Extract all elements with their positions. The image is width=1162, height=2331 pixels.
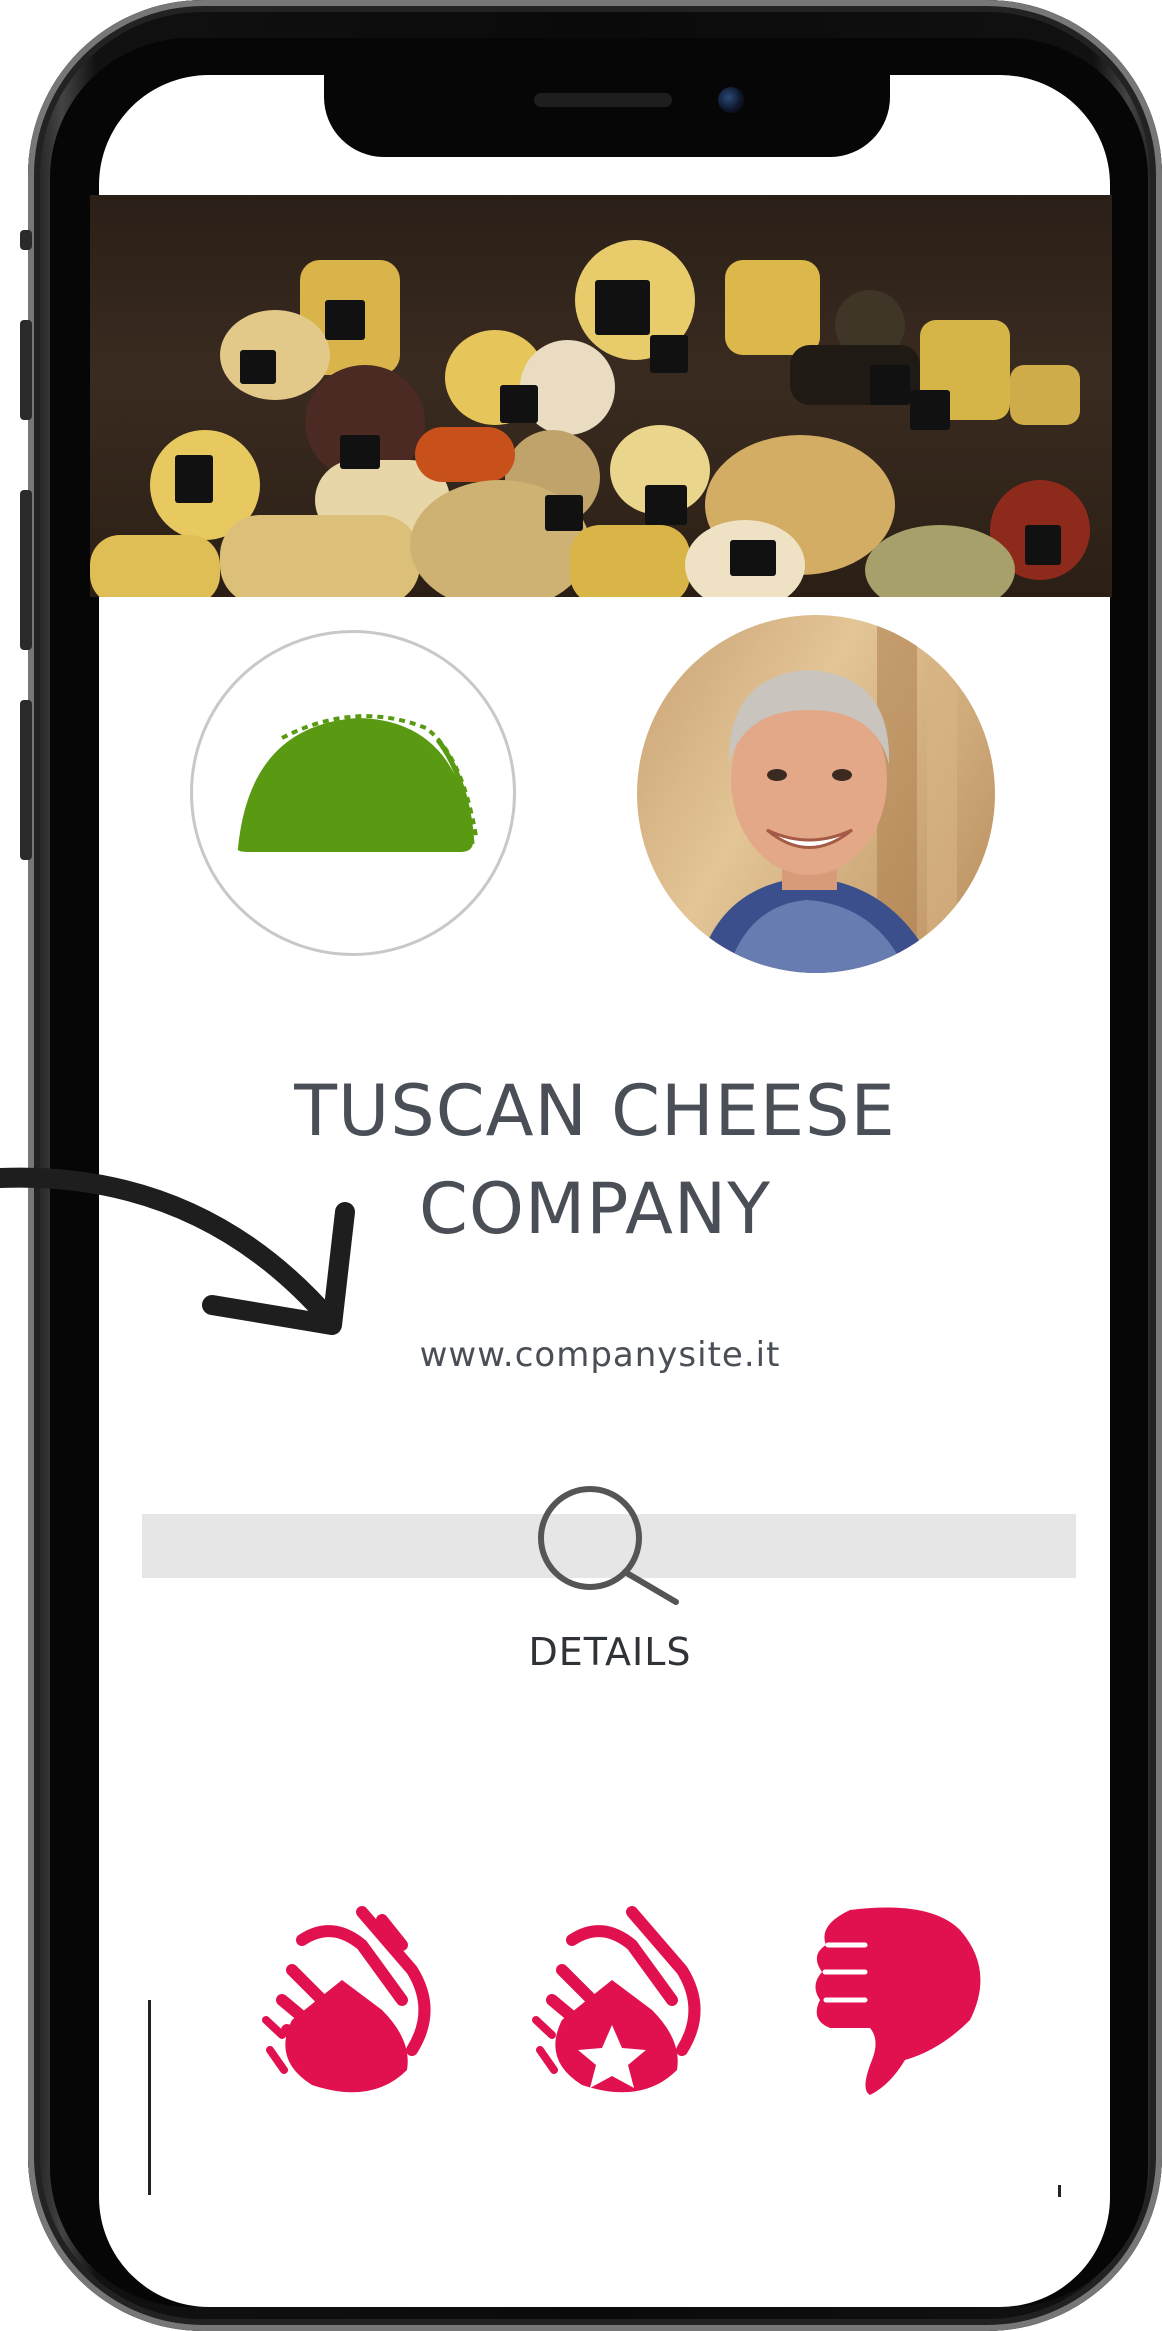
clapping-hands-star-icon[interactable] bbox=[532, 1900, 702, 2100]
search-icon[interactable] bbox=[530, 1484, 690, 1610]
company-logo bbox=[190, 630, 516, 956]
phone-side-button bbox=[20, 700, 32, 860]
phone-volume-down bbox=[20, 490, 32, 650]
clapping-hands-icon[interactable] bbox=[262, 1900, 432, 2100]
details-button-label[interactable]: DETAILS bbox=[450, 1630, 770, 1674]
taco-logo-icon bbox=[237, 707, 485, 852]
reactions-frame-left bbox=[148, 2000, 151, 2195]
owner-photo bbox=[637, 615, 995, 973]
phone-notch bbox=[324, 75, 890, 157]
reactions-frame-right bbox=[1058, 2185, 1061, 2197]
website-link[interactable]: www.companysite.it bbox=[150, 1335, 1050, 1375]
person-portrait-icon bbox=[697, 615, 957, 973]
thumbs-down-icon[interactable] bbox=[810, 1900, 990, 2100]
arrow-icon bbox=[0, 1167, 355, 1335]
speaker-grille bbox=[534, 93, 672, 107]
phone-volume-up bbox=[20, 320, 32, 420]
front-camera bbox=[718, 87, 744, 113]
hero-banner-image bbox=[90, 195, 1112, 597]
phone-mute-switch bbox=[20, 230, 32, 250]
